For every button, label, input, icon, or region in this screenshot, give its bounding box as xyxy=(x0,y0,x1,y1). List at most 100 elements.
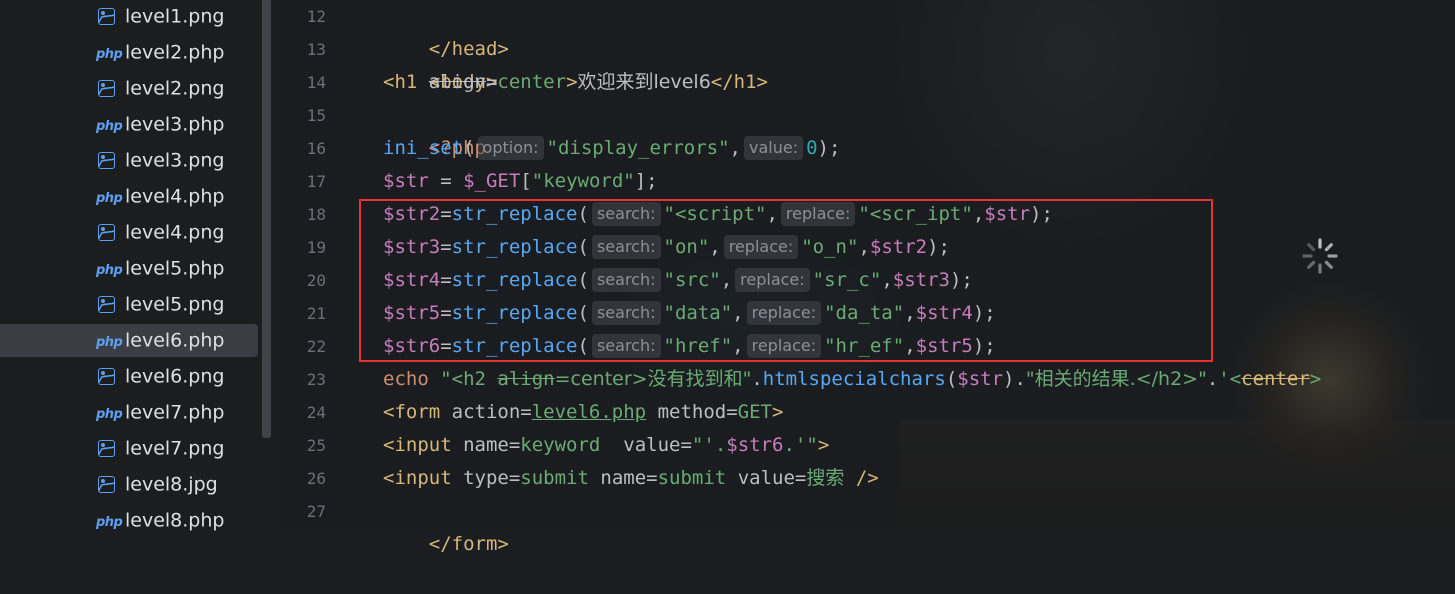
line-number: 14 xyxy=(306,73,326,92)
file-item[interactable]: php level2.php xyxy=(0,36,258,69)
file-item[interactable]: level7.png xyxy=(0,432,258,465)
string-token: "da_ta" xyxy=(824,302,905,324)
number-token: 0 xyxy=(806,137,818,159)
code-line-27: </form> xyxy=(383,495,509,555)
punct-token: , xyxy=(709,236,721,258)
punct-token: ( xyxy=(577,236,589,258)
param-hint: search: xyxy=(591,334,661,358)
tag-token: > xyxy=(772,401,784,423)
param-hint: value: xyxy=(744,136,804,160)
file-name: level7.php xyxy=(125,401,225,424)
line-number: 12 xyxy=(306,7,326,26)
file-item[interactable]: level6.png xyxy=(0,360,258,393)
file-item[interactable]: level3.png xyxy=(0,144,258,177)
tag-token: /> xyxy=(844,467,879,489)
php-file-icon-text: php xyxy=(96,334,123,350)
string-token: > xyxy=(1309,368,1322,390)
punct-token: , xyxy=(904,335,916,357)
variable-token: $str2 xyxy=(383,203,441,225)
line-number: 25 xyxy=(306,436,326,455)
php-file-icon: php xyxy=(96,187,123,207)
code-line-18: $str2=str_replace(search: "<script", repla… xyxy=(383,198,1053,231)
file-item[interactable]: php level6.php xyxy=(0,324,258,357)
value-token: .' xyxy=(783,434,807,456)
image-file-icon xyxy=(96,475,120,495)
punct-token: , xyxy=(881,269,893,291)
equals-token: = xyxy=(485,71,498,93)
punct-token: ). xyxy=(1003,368,1026,390)
loading-spinner-icon xyxy=(1302,238,1338,274)
operator-token: = xyxy=(440,302,452,324)
file-item[interactable]: php level7.php xyxy=(0,396,258,429)
code-line-23: echo "<h2 align=center>没有找到和".htmlspecia… xyxy=(383,363,1321,396)
punct-token: . xyxy=(1206,368,1219,390)
line-number: 21 xyxy=(306,304,326,323)
value-token: submit xyxy=(520,467,589,489)
code-line-24: <form action=level6.php method=GET> xyxy=(383,396,783,429)
punct-token: ); xyxy=(817,137,841,159)
file-item[interactable]: level2.png xyxy=(0,72,258,105)
string-token: "o_n" xyxy=(801,236,859,258)
function-token: str_replace xyxy=(451,335,578,357)
equals-token: = xyxy=(794,467,807,489)
punct-token: , xyxy=(858,236,870,258)
php-file-icon: php xyxy=(96,43,123,63)
text-token: 欢迎来到level6 xyxy=(577,71,711,93)
file-name: level8.jpg xyxy=(125,473,218,496)
param-hint: replace: xyxy=(746,334,822,358)
punct-token: . xyxy=(751,368,763,390)
code-line-17: $str = $_GET["keyword"]; xyxy=(383,165,658,198)
file-item[interactable]: level5.png xyxy=(0,288,258,321)
function-token: htmlspecialchars xyxy=(762,368,946,390)
php-file-icon: php xyxy=(96,115,123,135)
string-token: "<script" xyxy=(663,203,767,225)
tag-token: <form xyxy=(383,401,452,423)
image-file-icon xyxy=(96,7,120,27)
param-hint: search: xyxy=(591,268,661,292)
string-token: "href" xyxy=(663,335,733,357)
file-item[interactable]: level8.jpg xyxy=(0,468,258,501)
variable-token: $str3 xyxy=(892,269,950,291)
line-number: 13 xyxy=(306,40,326,59)
project-file-tree: level1.png php level2.php level2.png php leve… xyxy=(0,0,276,531)
file-item[interactable]: php level5.php xyxy=(0,252,258,285)
variable-token: $str3 xyxy=(383,236,441,258)
punct-token: ); xyxy=(972,302,996,324)
sidebar-scrollbar[interactable] xyxy=(262,0,271,438)
code-line-15: <?php xyxy=(383,99,486,159)
punct-token: ( xyxy=(577,269,589,291)
param-hint: search: xyxy=(591,202,661,226)
file-name: level4.png xyxy=(125,221,225,244)
param-hint: replace: xyxy=(735,268,810,292)
file-item[interactable]: php level8.php xyxy=(0,504,258,537)
php-file-icon: php xyxy=(96,331,123,351)
file-item[interactable]: level4.png xyxy=(0,216,258,249)
file-link[interactable]: level6.php xyxy=(532,401,646,423)
variable-token: $str5 xyxy=(915,335,973,357)
file-name: level6.php xyxy=(125,329,225,352)
punct-token: ); xyxy=(927,236,950,258)
tag-token: <input xyxy=(383,434,464,456)
string-token: "<h2 xyxy=(440,368,498,390)
value-token: '. xyxy=(703,434,727,456)
punct-token: , xyxy=(732,302,744,324)
code-line-22: $str6=str_replace(search: "href", replace:… xyxy=(383,330,996,363)
param-hint: replace: xyxy=(746,301,822,325)
file-name: level3.png xyxy=(125,149,225,172)
line-number: 15 xyxy=(306,106,326,125)
file-item[interactable]: php level3.php xyxy=(0,108,258,141)
file-name: level3.php xyxy=(125,113,225,136)
file-item[interactable]: php level4.php xyxy=(0,180,258,213)
punct-token: ); xyxy=(972,335,996,357)
value-token: " xyxy=(691,434,704,456)
equals-token: = xyxy=(508,434,521,456)
file-name: level2.png xyxy=(125,77,225,100)
punct-token: ); xyxy=(1030,203,1053,225)
string-token: "<scr_ipt" xyxy=(858,203,973,225)
tag-token: > xyxy=(566,71,578,93)
file-item[interactable]: level1.png xyxy=(0,0,258,33)
string-token: "data" xyxy=(663,302,733,324)
punct-token: ( xyxy=(577,302,589,324)
